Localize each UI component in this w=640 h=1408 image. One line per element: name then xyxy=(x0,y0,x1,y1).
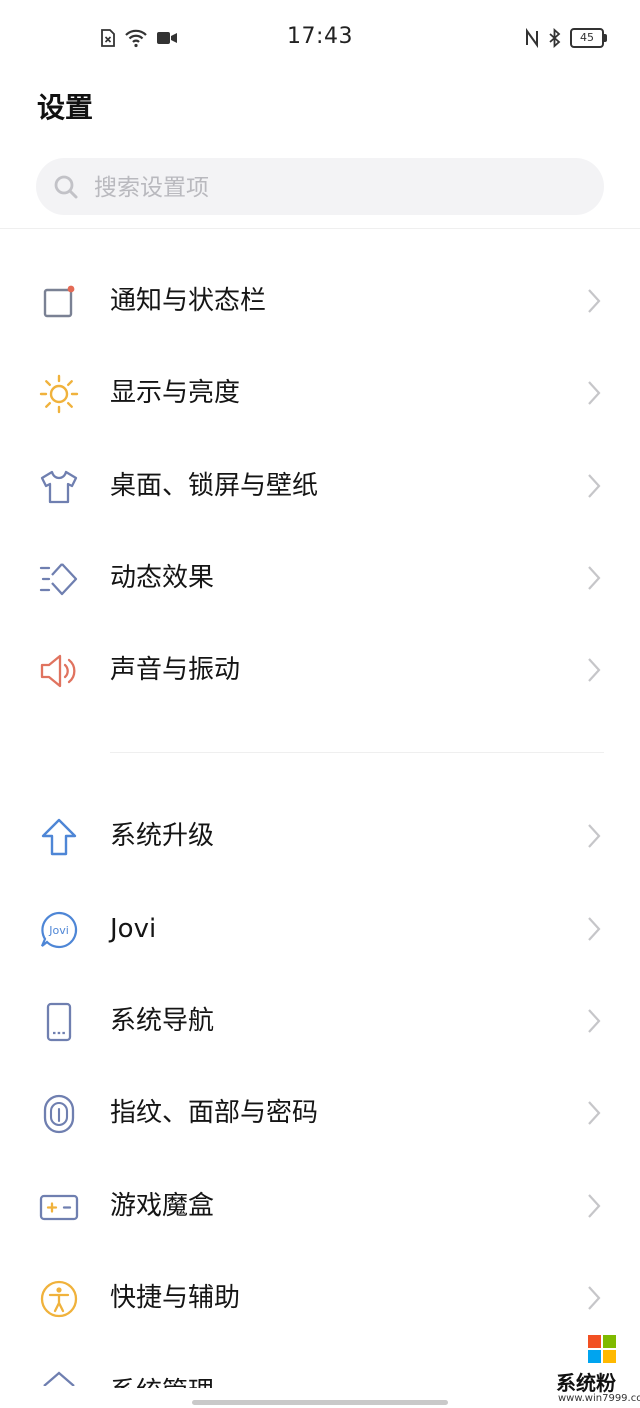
settings-item-fingerprint[interactable]: 指纹、面部与密码 xyxy=(0,1067,640,1159)
settings-item-label: 通知与状态栏 xyxy=(110,286,267,316)
settings-item-navigation[interactable]: 系统导航 xyxy=(0,975,640,1067)
settings-item-label: 显示与亮度 xyxy=(110,378,241,408)
settings-item-label: Jovi xyxy=(110,914,157,944)
chevron-right-icon xyxy=(588,474,601,498)
phone-icon xyxy=(46,1002,72,1042)
watermark: 系统粉 www.win7999.com xyxy=(556,1331,640,1408)
system-manage-icon xyxy=(43,1371,75,1386)
settings-item-label: 系统管理 xyxy=(110,1372,214,1388)
chevron-right-icon xyxy=(588,1194,601,1218)
chevron-right-icon xyxy=(588,658,601,682)
settings-item-wallpaper[interactable]: 桌面、锁屏与壁纸 xyxy=(0,440,640,532)
notification-icon xyxy=(43,285,75,318)
settings-item-label: 动态效果 xyxy=(110,563,215,593)
watermark-text: 系统粉 xyxy=(556,1371,616,1395)
search-bar[interactable] xyxy=(36,158,604,217)
nfc-icon xyxy=(526,28,538,48)
chevron-right-icon xyxy=(588,917,601,941)
chevron-right-icon xyxy=(588,824,601,848)
settings-item-label: 桌面、锁屏与壁纸 xyxy=(110,471,319,501)
chevron-right-icon xyxy=(588,1009,601,1033)
tshirt-icon xyxy=(40,470,78,504)
settings-item-system-manage[interactable]: 系统管理 xyxy=(110,1372,214,1388)
page-title: 设置 xyxy=(37,91,94,124)
battery-icon: 45 xyxy=(570,28,607,48)
chevron-right-icon xyxy=(588,289,601,313)
settings-item-sound[interactable]: 声音与振动 xyxy=(0,624,640,716)
settings-item-game-box[interactable]: 游戏魔盒 xyxy=(0,1160,640,1252)
header-divider xyxy=(0,228,640,229)
chevron-right-icon xyxy=(588,381,601,405)
settings-item-label: 系统升级 xyxy=(110,821,215,851)
motion-icon xyxy=(39,563,78,596)
status-right-icons: 45 xyxy=(524,28,607,48)
settings-item-label: 系统导航 xyxy=(110,1006,215,1036)
accessibility-icon xyxy=(40,1280,78,1318)
group-divider xyxy=(110,752,604,753)
status-bar: 17:43 45 xyxy=(0,0,640,78)
watermark-url: www.win7999.com xyxy=(558,1393,640,1404)
settings-item-label: 游戏魔盒 xyxy=(110,1191,215,1221)
settings-item-jovi[interactable]: Jovi Jovi xyxy=(0,883,640,975)
settings-item-label: 快捷与辅助 xyxy=(110,1283,241,1313)
bluetooth-icon xyxy=(549,28,561,48)
settings-item-shortcut[interactable]: 快捷与辅助 xyxy=(0,1252,640,1344)
search-icon xyxy=(54,175,78,199)
settings-item-motion[interactable]: 动态效果 xyxy=(0,532,640,624)
chevron-right-icon xyxy=(588,566,601,590)
windows-logo-icon xyxy=(588,1335,616,1363)
settings-item-system-upgrade[interactable]: 系统升级 xyxy=(0,790,640,882)
jovi-icon: Jovi xyxy=(40,911,78,949)
speaker-icon xyxy=(40,654,76,688)
chevron-right-icon xyxy=(588,1101,601,1125)
settings-item-display[interactable]: 显示与亮度 xyxy=(0,347,640,439)
upgrade-arrow-icon xyxy=(41,818,77,856)
chevron-right-icon xyxy=(588,1286,601,1310)
home-indicator[interactable] xyxy=(192,1400,448,1405)
svg-text:Jovi: Jovi xyxy=(48,924,69,937)
fingerprint-icon xyxy=(43,1094,75,1134)
settings-item-notification[interactable]: 通知与状态栏 xyxy=(0,255,640,347)
settings-item-label: 声音与振动 xyxy=(110,655,241,685)
settings-item-label: 指纹、面部与密码 xyxy=(110,1098,319,1128)
sun-icon xyxy=(39,374,79,414)
game-box-icon xyxy=(39,1194,79,1221)
search-input[interactable] xyxy=(92,158,576,217)
